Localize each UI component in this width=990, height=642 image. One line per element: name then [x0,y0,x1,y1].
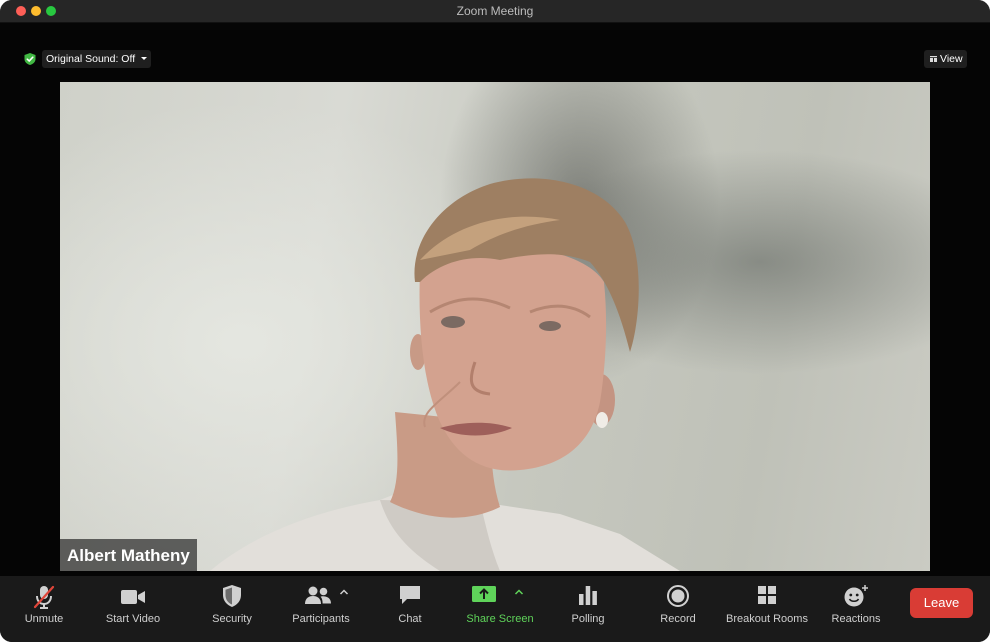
participant-video[interactable] [60,82,930,571]
encryption-shield-icon[interactable] [23,52,37,66]
reactions-button[interactable]: Reactions [824,576,888,642]
zoom-window: Zoom Meeting Original Sound: Off View Al… [0,0,990,642]
start-video-button[interactable]: Start Video [95,576,171,642]
unmute-label: Unmute [24,613,64,625]
participants-label: Participants [292,613,350,625]
unmute-button[interactable]: Unmute [9,576,79,642]
participant-video-image [210,178,680,571]
reactions-smiley-icon [844,585,868,607]
chevron-down-icon [141,57,148,60]
chat-label: Chat [398,613,422,625]
title-bar: Zoom Meeting [0,0,990,23]
security-button[interactable]: Security [197,576,267,642]
video-camera-icon [121,590,145,604]
reactions-label: Reactions [831,613,881,625]
record-icon [667,585,689,607]
polling-button[interactable]: Polling [558,576,618,642]
share-screen-label: Share Screen [466,613,534,625]
participants-button[interactable]: Participants [286,576,356,642]
view-button[interactable]: View [924,50,967,68]
record-button[interactable]: Record [648,576,708,642]
breakout-rooms-grid-icon [758,586,776,604]
participant-name-tag: Albert Matheny [60,539,197,571]
polling-label: Polling [571,613,605,625]
gallery-view-icon [930,56,937,62]
start-video-label: Start Video [105,613,161,625]
leave-button[interactable]: Leave [910,588,973,618]
view-label: View [940,53,963,65]
breakout-rooms-button[interactable]: Breakout Rooms [722,576,812,642]
window-title: Zoom Meeting [456,4,534,18]
original-sound-label: Original Sound: Off [46,53,136,65]
chat-button[interactable]: Chat [380,576,440,642]
security-label: Security [212,613,252,625]
polling-chart-icon [579,586,597,605]
microphone-muted-icon [33,585,55,609]
security-shield-icon [223,585,241,607]
participants-icon [305,586,331,604]
record-label: Record [660,613,696,625]
share-screen-button[interactable]: Share Screen [460,576,540,642]
chat-bubble-icon [400,586,420,604]
meeting-toolbar: Unmute Start Video Security Participants… [0,576,990,642]
chevron-up-icon[interactable] [339,588,349,596]
share-screen-icon [472,586,496,602]
original-sound-button[interactable]: Original Sound: Off [42,50,152,68]
chevron-up-icon[interactable] [514,588,524,596]
breakout-rooms-label: Breakout Rooms [726,613,808,625]
